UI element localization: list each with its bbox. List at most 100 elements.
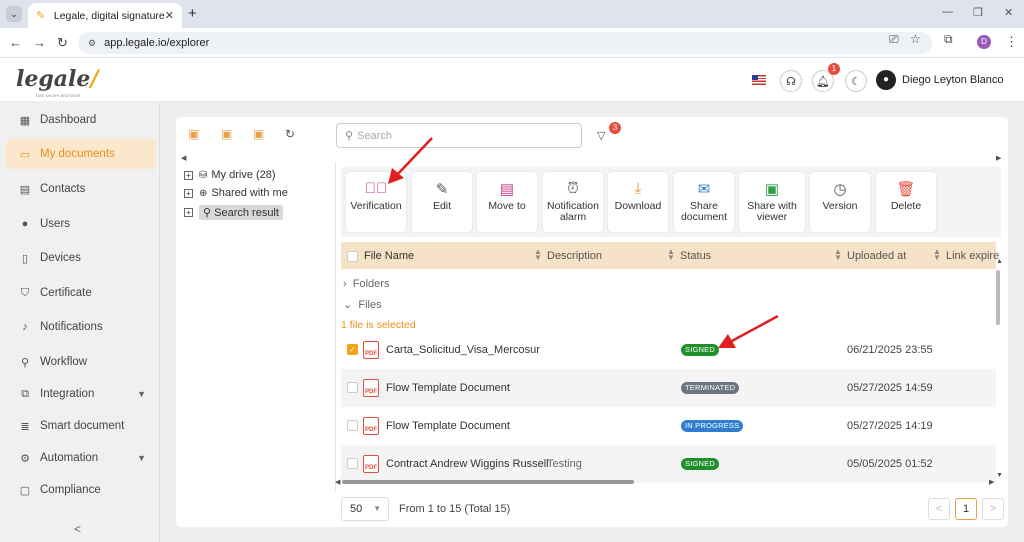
browser-tab[interactable]: ✎ Legale, digital signature ✕ [28,3,182,28]
back-icon[interactable]: ← [9,35,22,50]
column-link-expire[interactable]: ▲ ▼ Link expire [933,248,999,263]
scroll-right-icon[interactable]: ▶ [989,478,994,486]
column-label: Uploaded at [847,250,907,262]
row-checkbox[interactable]: ✓ [347,344,358,355]
sidebar-item-automation[interactable]: ⚙ Automation ▼ [6,443,156,473]
scroll-up-icon[interactable]: ▲ [996,258,1003,265]
file-name[interactable]: Flow Template Document [386,420,510,432]
sidebar-item-users[interactable]: ● Users [6,209,156,239]
search-input[interactable]: ⚲ Search [336,123,582,148]
vertical-scrollbar[interactable] [996,270,1000,325]
logo-tagline: fast, secure and smart [36,93,81,98]
download-button[interactable]: ⤓ Download [608,172,668,232]
folders-group[interactable]: › Folders [343,278,389,290]
tab-search-button[interactable]: ⌄ [6,6,22,22]
sidebar-item-label: Integration [40,388,95,400]
expand-icon[interactable]: + [184,207,193,217]
tree-item-label: Search result [214,206,279,219]
notification-alarm-button[interactable]: ⏰︎ Notification alarm [543,172,603,232]
legale-logo[interactable]: legale/ fast, secure and smart [16,66,98,98]
restore-window-icon[interactable]: ❐ [973,6,983,19]
scroll-right-icon[interactable]: ▶ [996,154,1001,162]
uploaded-date: 05/05/2025 01:52 [847,458,933,470]
chevron-down-icon: ▼ [137,453,146,463]
sidebar-item-compliance[interactable]: ▢ Compliance [6,475,156,505]
selection-note: 1 file is selected [341,319,416,331]
extensions-icon[interactable]: ⧉ [944,32,953,47]
pagination-info: From 1 to 15 (Total 15) [399,503,511,515]
tree-item-search-result[interactable]: + ⚲ Search result [184,204,283,220]
file-name[interactable]: Flow Template Document [386,382,510,394]
sidebar-item-my-documents[interactable]: ▭ My documents [6,139,156,169]
user-avatar-icon[interactable]: ● [876,70,896,90]
uploaded-date: 05/27/2025 14:59 [847,382,933,394]
page-number-button[interactable]: 1 [955,498,977,520]
column-uploaded-at[interactable]: ▲ ▼ Uploaded at [834,248,907,263]
language-flag-icon[interactable] [752,75,766,85]
sidebar-item-workflow[interactable]: ⚲ Workflow [6,347,156,377]
new-folder-icon[interactable]: ▣ [188,127,199,141]
sidebar-item-dashboard[interactable]: ▦ Dashboard [6,105,156,135]
scroll-left-icon[interactable]: ◀ [335,478,340,486]
column-description[interactable]: ▲ ▼ Description [534,248,602,263]
minimize-window-icon[interactable]: — [942,6,953,18]
expand-icon[interactable]: + [184,170,193,180]
refresh-icon[interactable]: ↻ [285,127,295,141]
sidebar-item-contacts[interactable]: ▤ Contacts [6,174,156,204]
close-window-icon[interactable]: ✕ [1004,6,1013,19]
tree-item-my-drive[interactable]: + ⛁ My drive (28) [184,167,276,183]
sidebar-item-notifications[interactable]: ♪ Notifications [6,312,156,342]
new-tab-button[interactable]: + [188,5,197,22]
row-checkbox[interactable] [347,420,358,431]
version-button[interactable]: ◷ Version [810,172,870,232]
bookmark-star-icon[interactable]: ☆ [910,32,921,46]
share-with-viewer-button[interactable]: ▣ Share with viewer [739,172,805,232]
row-checkbox[interactable] [347,382,358,393]
file-name[interactable]: Contract Andrew Wiggins Russell [386,458,549,470]
scroll-down-icon[interactable]: ▼ [996,472,1003,479]
column-status[interactable]: ▲ ▼ Status [667,248,711,263]
scroll-left-icon[interactable]: ◀ [181,154,186,162]
status-badge: TERMINATED [681,382,740,394]
user-name[interactable]: Diego Leyton Blanco [902,74,1004,86]
action-label: Edit [432,200,452,212]
files-group[interactable]: ⌄ Files [343,298,382,311]
address-bar: ← → ↻ ⚙ app.legale.io/explorer ⎚ ☆ ⧉ [0,28,1024,58]
sidebar-item-integration[interactable]: ⧉ Integration ▼ [6,379,156,409]
collapse-sidebar-button[interactable]: < [74,522,81,536]
forward-icon[interactable]: → [33,35,46,50]
smart-doc-icon: ≣ [20,420,30,433]
url-input[interactable]: ⚙ app.legale.io/explorer [78,32,932,54]
move-icon: ▤ [499,181,515,198]
theme-toggle-icon[interactable]: ☾ [845,70,867,92]
pane-divider [335,162,336,492]
horizontal-scrollbar[interactable] [342,480,634,484]
sidebar-item-certificate[interactable]: ⛉ Certificate [6,278,156,308]
browser-profile-avatar[interactable]: D [977,35,991,49]
tree-item-shared-with-me[interactable]: + ⊕ Shared with me [184,185,288,201]
file-name[interactable]: Carta_Solicitud_Visa_Mercosur [386,344,540,356]
action-label: Move to [488,200,526,212]
expand-icon[interactable]: + [184,188,193,198]
prev-page-button[interactable]: < [928,498,950,520]
support-headset-icon[interactable]: ☊ [780,70,802,92]
reload-icon[interactable]: ↻ [57,35,68,51]
filter-icon[interactable]: ▽ [597,129,605,142]
sidebar-item-devices[interactable]: ▯ Devices [6,243,156,273]
sidebar-item-smart-document[interactable]: ≣ Smart document [6,411,156,441]
next-page-button[interactable]: > [982,498,1004,520]
row-checkbox[interactable] [347,458,358,469]
move-to-button[interactable]: ▤ Move to [477,172,537,232]
delete-button[interactable]: 🗑︎ Delete [876,172,936,232]
site-info-icon[interactable]: ⚙ [88,38,96,49]
folder-check-icon[interactable]: ▣ [221,127,232,141]
folder-remove-icon[interactable]: ▣ [253,127,264,141]
column-file-name[interactable]: File Name [364,250,414,262]
select-all-checkbox[interactable] [347,251,358,262]
sidebar-item-label: Devices [40,252,81,264]
browser-menu-icon[interactable]: ⋮ [1005,34,1018,50]
close-tab-icon[interactable]: ✕ [165,9,174,22]
cast-icon[interactable]: ⎚ [889,32,899,47]
page-size-select[interactable]: 50 ▼ [341,497,389,521]
share-document-button[interactable]: ✉ Share document [674,172,734,232]
